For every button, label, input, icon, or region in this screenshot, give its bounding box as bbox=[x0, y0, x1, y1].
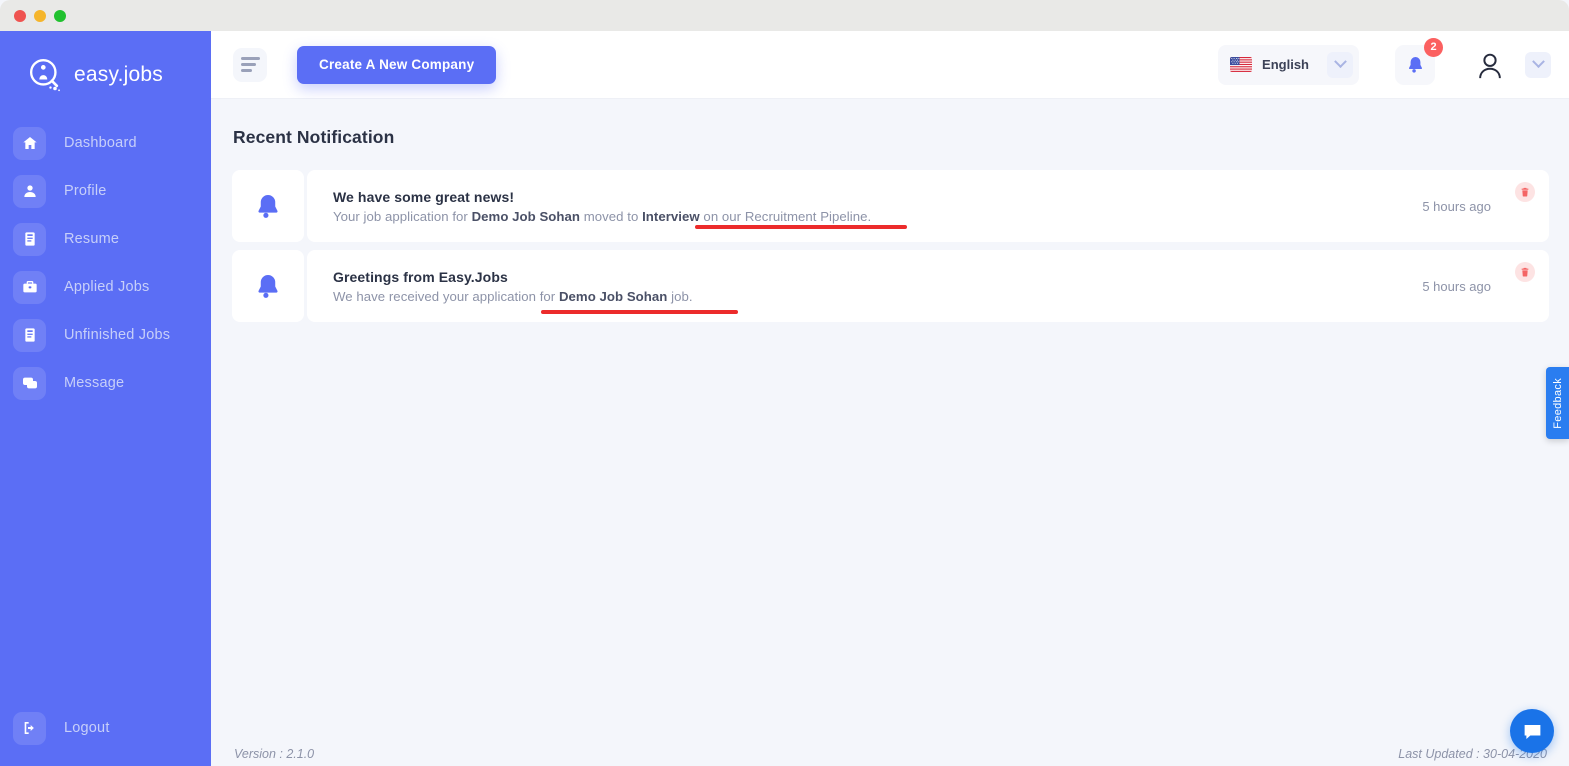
avatar[interactable] bbox=[1473, 48, 1507, 82]
main-content: Recent Notification We have some great n… bbox=[211, 99, 1569, 742]
sidebar-item-logout[interactable]: Logout bbox=[0, 704, 211, 752]
hamburger-icon[interactable] bbox=[233, 47, 267, 82]
trash-icon bbox=[1521, 187, 1529, 197]
notification-title: Greetings from Easy.Jobs bbox=[333, 268, 508, 285]
bell-icon bbox=[258, 195, 278, 218]
footer: Version : 2.1.0 Last Updated : 30-04-202… bbox=[211, 742, 1569, 766]
notification-texts: Greetings from Easy.Jobs We have receive… bbox=[333, 269, 693, 304]
sidebar: easy.jobs Dashboard Profile Resume Appli… bbox=[0, 31, 211, 766]
user-icon bbox=[13, 174, 46, 208]
window-titlebar bbox=[0, 0, 1569, 31]
user-avatar-icon bbox=[1479, 53, 1501, 78]
account-menu-chevron-down-icon[interactable] bbox=[1525, 51, 1551, 78]
us-flag-icon bbox=[1230, 57, 1253, 72]
sidebar-nav: Dashboard Profile Resume Applied Jobs Un… bbox=[0, 119, 211, 407]
notification-icon-card bbox=[232, 170, 304, 242]
sidebar-item-label: Dashboard bbox=[64, 135, 137, 151]
notification-description: We have received your application for De… bbox=[333, 288, 693, 304]
create-new-company-button[interactable]: Create A New Company bbox=[297, 45, 497, 84]
sidebar-item-label: Unfinished Jobs bbox=[64, 327, 171, 343]
brand-name: easy.jobs bbox=[74, 63, 163, 86]
notification-count-badge: 2 bbox=[1424, 37, 1443, 57]
sidebar-item-unfinished-jobs[interactable]: Unfinished Jobs bbox=[0, 311, 211, 359]
sidebar-logout-wrap: Logout bbox=[0, 704, 211, 752]
sidebar-item-dashboard[interactable]: Dashboard bbox=[0, 119, 211, 167]
sidebar-item-resume[interactable]: Resume bbox=[0, 215, 211, 263]
language-switcher[interactable]: English bbox=[1218, 44, 1359, 85]
notification-timestamp: 5 hours ago bbox=[1422, 278, 1491, 294]
trash-icon bbox=[1521, 267, 1529, 277]
feedback-tab[interactable]: Feedback bbox=[1546, 367, 1569, 439]
notification-title: We have some great news! bbox=[333, 188, 515, 205]
notification-icon-card bbox=[232, 250, 304, 322]
chat-icon bbox=[13, 366, 46, 400]
briefcase-icon bbox=[13, 270, 46, 304]
app-window: easy.jobs Dashboard Profile Resume Appli… bbox=[0, 0, 1569, 766]
notification-texts: We have some great news! Your job applic… bbox=[333, 189, 871, 224]
window-maximize-button[interactable] bbox=[54, 9, 66, 22]
sidebar-item-applied-jobs[interactable]: Applied Jobs bbox=[0, 263, 211, 311]
easyjobs-logo-icon bbox=[28, 57, 64, 93]
language-label: English bbox=[1262, 57, 1309, 72]
sidebar-item-label: Logout bbox=[64, 720, 110, 736]
chevron-down-icon[interactable] bbox=[1327, 51, 1353, 78]
chat-widget-button[interactable] bbox=[1510, 709, 1554, 753]
notification-description: Your job application for Demo Job Sohan … bbox=[333, 208, 872, 224]
resume-icon bbox=[13, 222, 46, 256]
chat-bubble-icon bbox=[1524, 724, 1540, 739]
page-title: Recent Notification bbox=[233, 127, 395, 147]
logout-icon bbox=[13, 711, 46, 745]
notification-body: Greetings from Easy.Jobs We have receive… bbox=[307, 250, 1549, 322]
annotation-underline bbox=[695, 225, 907, 229]
notifications-button[interactable]: 2 bbox=[1395, 37, 1443, 85]
home-icon bbox=[13, 126, 46, 160]
bell-icon bbox=[1408, 57, 1422, 73]
notification-row[interactable]: We have some great news! Your job applic… bbox=[232, 170, 1549, 242]
notification-row[interactable]: Greetings from Easy.Jobs We have receive… bbox=[232, 250, 1549, 322]
top-header: Create A New Company English 2 bbox=[211, 31, 1569, 99]
version-label: Version : 2.1.0 bbox=[234, 747, 315, 761]
sidebar-item-label: Profile bbox=[64, 183, 107, 199]
notification-timestamp: 5 hours ago bbox=[1422, 198, 1491, 214]
delete-notification-button[interactable] bbox=[1515, 262, 1535, 282]
sidebar-item-label: Resume bbox=[64, 231, 120, 247]
header-right-group: English 2 bbox=[1218, 37, 1551, 85]
delete-notification-button[interactable] bbox=[1515, 182, 1535, 202]
feedback-tab-label: Feedback bbox=[1551, 377, 1564, 429]
sidebar-item-label: Applied Jobs bbox=[64, 279, 150, 295]
brand-logo-area[interactable]: easy.jobs bbox=[0, 31, 211, 101]
window-close-button[interactable] bbox=[14, 9, 26, 22]
sidebar-item-profile[interactable]: Profile bbox=[0, 167, 211, 215]
annotation-underline bbox=[541, 310, 738, 314]
bell-icon bbox=[258, 275, 278, 298]
document-icon bbox=[13, 318, 46, 352]
sidebar-item-message[interactable]: Message bbox=[0, 359, 211, 407]
window-minimize-button[interactable] bbox=[34, 9, 46, 22]
notification-body: We have some great news! Your job applic… bbox=[307, 170, 1549, 242]
sidebar-item-label: Message bbox=[64, 375, 125, 391]
